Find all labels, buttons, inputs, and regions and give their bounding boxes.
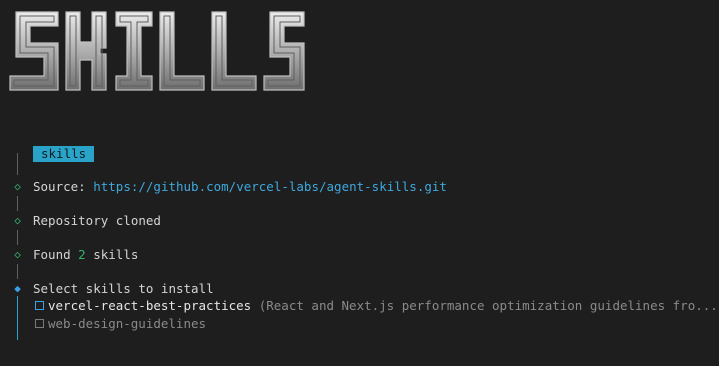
- found-prefix: Found: [33, 247, 71, 262]
- checkbox-empty-icon[interactable]: [35, 319, 44, 328]
- rail-active: [17, 296, 18, 340]
- checkbox-empty-icon[interactable]: [35, 301, 44, 310]
- skill-option-hint: (React and Next.js performance optimizat…: [258, 298, 719, 313]
- rail-segment-3: [17, 264, 18, 279]
- skills-logo: [9, 11, 305, 91]
- skill-option-2[interactable]: web-design-guidelines: [35, 316, 206, 332]
- diamond-filled-icon: ◆: [14, 282, 21, 295]
- rail-segment-1: [17, 196, 18, 211]
- skill-option-label: web-design-guidelines: [48, 316, 207, 331]
- rail-top: [17, 153, 18, 175]
- cloned-text: Repository cloned: [33, 213, 161, 228]
- found-suffix: skills: [93, 247, 139, 262]
- diamond-outline-icon: ◇: [14, 214, 21, 227]
- skills-badge: skills: [33, 146, 95, 162]
- select-prompt: Select skills to install: [33, 281, 214, 296]
- skill-option-1[interactable]: vercel-react-best-practices (React and N…: [35, 298, 719, 314]
- rail-segment-2: [17, 230, 18, 245]
- diamond-outline-icon: ◇: [14, 248, 21, 261]
- found-count: 2: [78, 247, 86, 262]
- diamond-outline-icon: ◇: [14, 180, 21, 193]
- skill-option-label: vercel-react-best-practices: [48, 298, 252, 313]
- source-url[interactable]: https://github.com/vercel-labs/agent-ski…: [93, 179, 447, 194]
- source-label: Source:: [33, 179, 86, 194]
